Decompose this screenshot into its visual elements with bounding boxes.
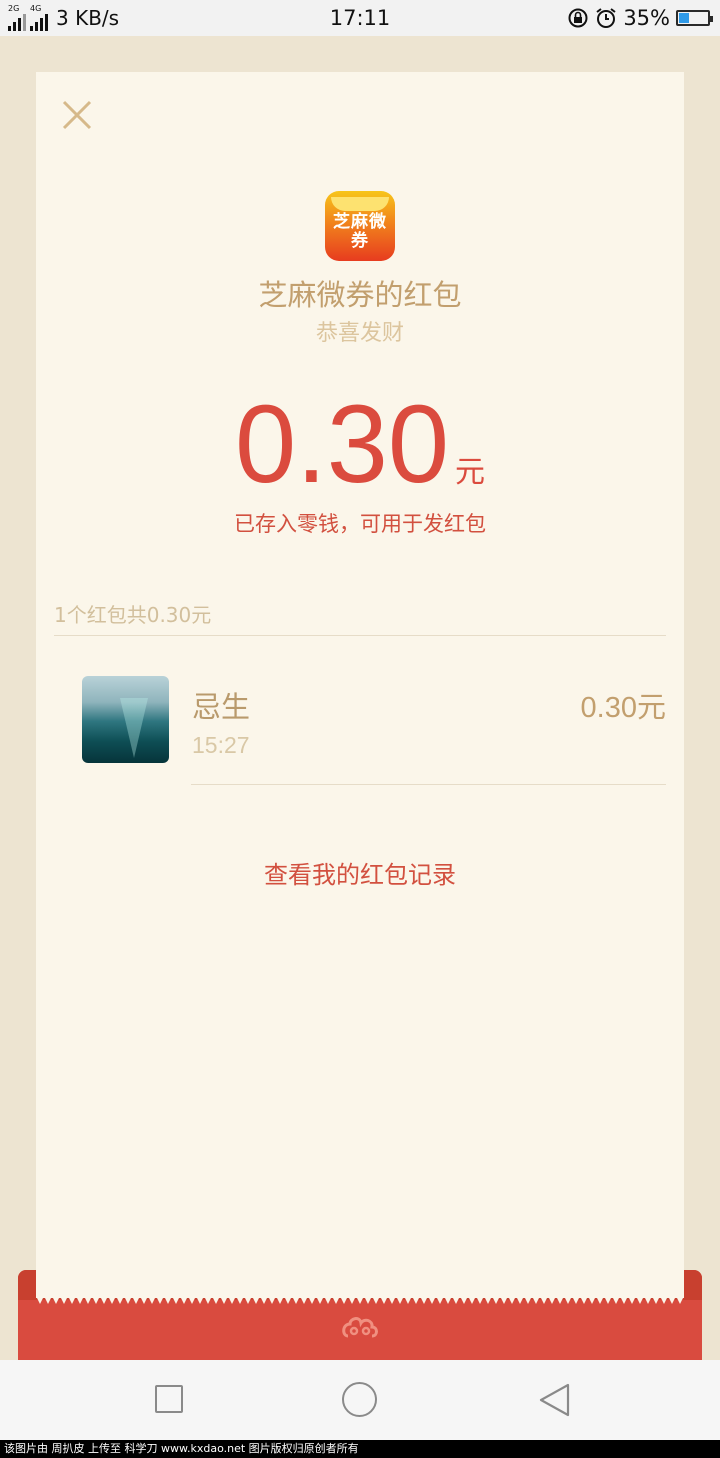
logo-crown [331,197,389,211]
received-amount: 0.30元 [580,692,666,724]
avatar-light-ray [120,698,148,758]
navigation-bar [0,1360,720,1440]
battery-icon [676,10,713,26]
watermark: 该图片由 周扒皮 上传至 科学刀 www.kxdao.net 图片版权归原创者所… [0,1440,720,1458]
rotation-lock-icon [568,8,588,28]
received-time: 15:27 [192,732,250,758]
envelope-cloud-icon [342,1317,378,1338]
stored-note: 已存入零钱，可用于发红包 [234,512,486,536]
red-packet-detail-card: 芝麻微券 芝麻微券的红包 恭喜发财 0.30 元 已存入零钱，可用于发红包 1个红… [36,72,684,1298]
status-bar: 2G 4G 3 KB/s 17:11 35% [0,0,720,36]
card-zigzag-edge [36,1296,684,1304]
recent-apps-icon[interactable] [155,1385,183,1413]
packet-summary: 1个红包共0.30元 [54,603,212,627]
app-logo: 芝麻微券 [325,191,395,261]
avatar [82,676,169,763]
list-item[interactable]: 忌生 15:27 0.30元 [82,676,666,786]
home-icon[interactable] [342,1382,377,1417]
packet-title: 芝麻微券的红包 [258,278,462,312]
amount-unit: 元 [455,455,486,490]
battery-percent: 35% [623,6,670,30]
app-logo-text: 芝麻微券 [333,212,387,251]
packet-greeting: 恭喜发财 [315,321,404,346]
amount-display: 0.30 元 [36,390,684,500]
divider [54,635,666,636]
view-history-link[interactable]: 查看我的红包记录 [36,855,684,890]
alarm-icon [596,8,616,28]
divider [191,784,666,785]
status-right: 35% [567,0,713,36]
battery-level [679,13,689,23]
back-icon[interactable] [537,1382,571,1418]
sender-name: 忌生 [192,690,251,724]
close-icon[interactable] [62,100,92,130]
amount-value: 0.30 [234,383,450,506]
